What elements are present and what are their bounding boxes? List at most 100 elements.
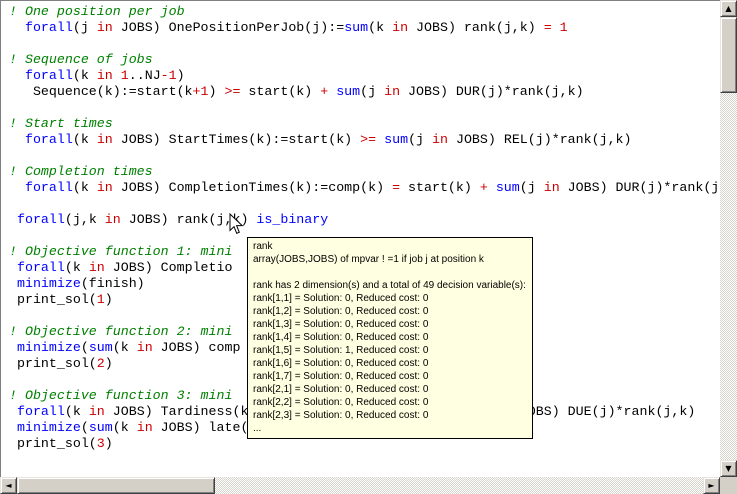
tooltip-declaration: array(JOBS,JOBS) of mpvar ! =1 if job j … — [253, 253, 526, 266]
code-line[interactable]: ! Completion times — [9, 164, 720, 180]
code-token — [113, 68, 121, 83]
arrow-right-icon: ► — [708, 482, 714, 490]
arrow-up-icon: ▲ — [725, 5, 731, 13]
code-token: in — [89, 404, 105, 419]
tooltip-entry: rank[1,5] = Solution: 1, Reduced cost: 0 — [253, 344, 526, 357]
code-line[interactable]: forall(j in JOBS) OnePositionPerJob(j):=… — [9, 20, 720, 36]
code-token: in — [97, 132, 113, 147]
code-token: -1 — [161, 68, 177, 83]
code-line[interactable] — [9, 100, 720, 116]
code-token: (k — [73, 132, 97, 147]
code-token: sum — [344, 20, 368, 35]
code-token: forall — [25, 132, 73, 147]
code-token — [9, 340, 17, 355]
scroll-up-button[interactable]: ▲ — [720, 0, 737, 17]
vertical-scrollbar[interactable]: ▲ ▼ — [720, 0, 737, 477]
code-token: in — [544, 180, 560, 195]
code-token: JOBS) DUR(j)*rank(j,k) — [400, 84, 584, 99]
code-token: (k — [65, 260, 89, 275]
code-token: ! One position per job — [9, 4, 185, 19]
code-token: ! Objective function 1: mini — [9, 244, 232, 259]
vertical-scroll-thumb[interactable] — [720, 17, 737, 93]
variable-inspect-tooltip: rank array(JOBS,JOBS) of mpvar ! =1 if j… — [247, 237, 533, 439]
code-token: in — [432, 132, 448, 147]
code-token: JOBS) CompletionTimes(k):=comp(k) — [113, 180, 392, 195]
code-token: forall — [25, 68, 73, 83]
code-token: (j — [408, 132, 432, 147]
code-token: ! Start times — [9, 116, 113, 131]
tooltip-entry: rank[1,4] = Solution: 0, Reduced cost: 0 — [253, 331, 526, 344]
code-line[interactable] — [9, 196, 720, 212]
code-token: JOBS) rank(j,k) — [408, 20, 544, 35]
code-token: JOBS) DUE(j)*rank(j,k) — [512, 404, 696, 419]
horizontal-scroll-thumb[interactable] — [17, 477, 215, 494]
code-token: ! Objective function 3: mini — [9, 388, 232, 403]
tooltip-entry: rank[2,2] = Solution: 0, Reduced cost: 0 — [253, 396, 526, 409]
tooltip-variable-name: rank — [253, 240, 526, 253]
code-token — [488, 180, 496, 195]
code-token: sum — [336, 84, 360, 99]
code-line[interactable] — [9, 36, 720, 52]
code-token: sum — [496, 180, 520, 195]
code-token: JOBS) Completio — [105, 260, 233, 275]
code-token: = — [392, 180, 400, 195]
code-token: ! Objective function 2: mini — [9, 324, 232, 339]
code-token: in — [97, 180, 113, 195]
code-token: +1 — [193, 84, 209, 99]
code-token: start(k) — [240, 84, 320, 99]
code-editor-window: ! One position per job forall(j in JOBS)… — [0, 0, 737, 494]
code-line[interactable]: ! One position per job — [9, 4, 720, 20]
code-line[interactable]: forall(k in JOBS) StartTimes(k):=start(k… — [9, 132, 720, 148]
code-token: JOBS) DUR(j)*rank(j,k) — [560, 180, 720, 195]
code-token: forall — [17, 260, 65, 275]
code-token — [9, 132, 25, 147]
code-token: (k — [113, 420, 137, 435]
code-token: in — [105, 212, 121, 227]
mouse-cursor-icon — [229, 213, 247, 237]
code-token: ( — [81, 420, 89, 435]
code-token — [9, 420, 17, 435]
code-token — [9, 212, 17, 227]
code-token: ! Sequence of jobs — [9, 52, 153, 67]
code-token: >= — [360, 132, 376, 147]
code-token: in — [97, 20, 113, 35]
code-token: minimize — [17, 276, 81, 291]
code-line[interactable]: forall(k in JOBS) CompletionTimes(k):=co… — [9, 180, 720, 196]
tooltip-entry: rank[1,2] = Solution: 0, Reduced cost: 0 — [253, 305, 526, 318]
scroll-right-button[interactable]: ► — [703, 477, 720, 494]
tooltip-entry: rank[2,3] = Solution: 0, Reduced cost: 0 — [253, 409, 526, 422]
code-token: JOBS) StartTimes(k):=start(k) — [113, 132, 360, 147]
tooltip-spacer — [253, 266, 526, 279]
code-token: (finish) — [81, 276, 145, 291]
scroll-down-button[interactable]: ▼ — [720, 460, 737, 477]
code-line[interactable]: ! Sequence of jobs — [9, 52, 720, 68]
code-token: (k — [113, 340, 137, 355]
code-token: 2 — [97, 356, 105, 371]
code-token — [9, 68, 25, 83]
code-token: + — [480, 180, 488, 195]
code-token: is_binary — [256, 212, 328, 227]
horizontal-scrollbar[interactable]: ◄ ► — [0, 477, 720, 494]
code-line[interactable]: forall(j,k in JOBS) rank(j,k) is_binary — [9, 212, 720, 228]
code-token: 1 — [121, 68, 129, 83]
code-token — [9, 180, 25, 195]
tooltip-entry: rank[1,6] = Solution: 0, Reduced cost: 0 — [253, 357, 526, 370]
scroll-left-button[interactable]: ◄ — [0, 477, 17, 494]
code-token: ..NJ — [129, 68, 161, 83]
code-token: JOBS) REL(j)*rank(j,k) — [448, 132, 632, 147]
code-token: start(k) — [400, 180, 480, 195]
code-line[interactable] — [9, 148, 720, 164]
code-token: ) — [105, 292, 113, 307]
code-line[interactable]: Sequence(k):=start(k+1) >= start(k) + su… — [9, 84, 720, 100]
code-token: sum — [89, 340, 113, 355]
arrow-left-icon: ◄ — [5, 482, 11, 490]
code-token: JOBS) comp — [153, 340, 241, 355]
code-token: ( — [81, 340, 89, 355]
code-line[interactable]: forall(k in 1..NJ-1) — [9, 68, 720, 84]
code-token: sum — [384, 132, 408, 147]
code-token: in — [137, 420, 153, 435]
arrow-down-icon: ▼ — [725, 465, 731, 473]
code-line[interactable]: ! Start times — [9, 116, 720, 132]
code-token: (j — [73, 20, 97, 35]
code-token: Sequence(k):=start(k — [9, 84, 193, 99]
